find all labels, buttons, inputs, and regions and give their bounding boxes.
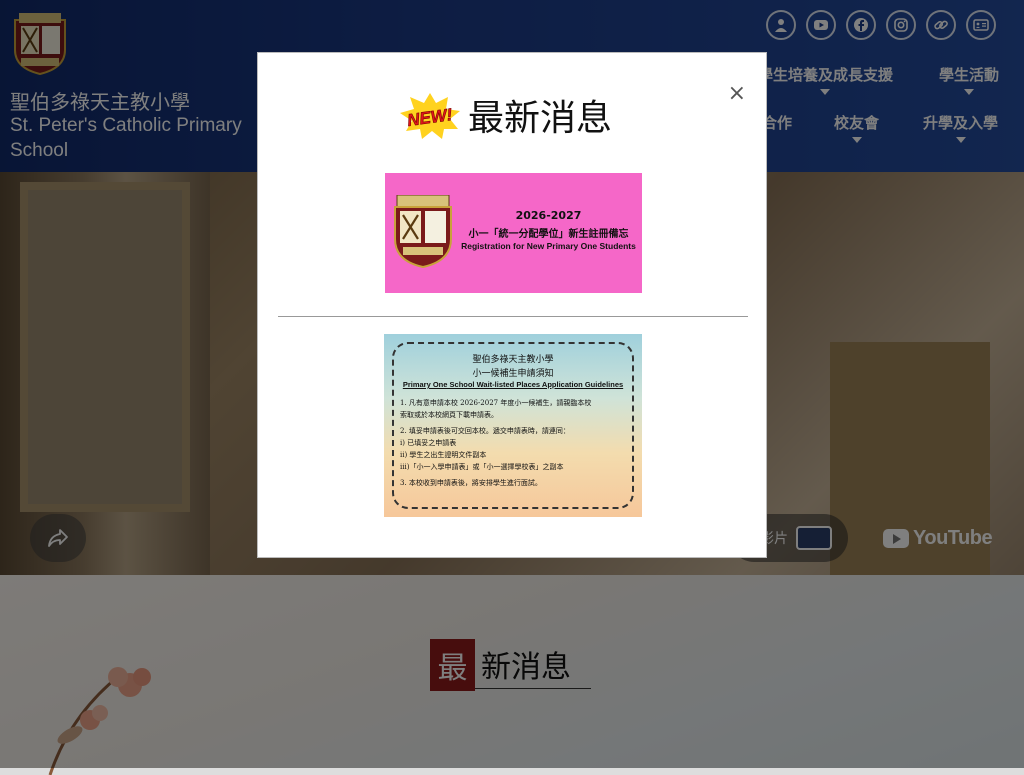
popup-heading: NEW! 最新消息 [398,91,612,141]
registration-banner[interactable]: 2026-2027 小一「統一分配學位」新生註冊備忘 Registration … [385,173,642,293]
guide-line: i) 已填妥之申請表 [400,439,457,447]
news-popup: × NEW! 最新消息 2026-2027 小一「統一分配學位」新生註冊備忘 R… [257,52,767,558]
guide-title-english: Primary One School Wait-listed Places Ap… [402,380,624,389]
guide-line: ii) 學生之出生證明文件副本 [400,451,487,459]
popup-title: 最新消息 [468,98,613,139]
banner-title-english: Registration for New Primary One Student… [461,241,636,251]
guide-title-chinese: 小一候補生申請須知 [472,369,554,379]
guide-school-name: 聖伯多祿天主教小學 [472,355,554,365]
banner-title-chinese: 小一「統一分配學位」新生註冊備忘 [468,229,629,240]
guide-line: iii)「小一入學申請表」或「小一選擇學校表」之副本 [400,463,564,471]
divider [278,316,748,317]
guide-line: 3. 本校收到申請表後，將安排學生進行面試。 [400,479,542,487]
school-crest-icon [394,195,452,269]
guide-line: 1. 凡有意申請本校 2026-2027 年度小一候補生，請親臨本校 [400,399,592,407]
waitlist-guidelines-banner[interactable]: 聖伯多祿天主教小學 小一候補生申請須知 Primary One School W… [384,334,642,517]
new-badge-icon: NEW! [400,93,460,139]
guide-line: 2. 填妥申請表後可交回本校。遞交申請表時，請連同： [400,427,570,435]
guide-line: 索取或於本校網頁下載申請表。 [400,411,498,419]
close-button[interactable]: × [728,81,746,106]
banner-year: 2026-2027 [515,209,582,222]
